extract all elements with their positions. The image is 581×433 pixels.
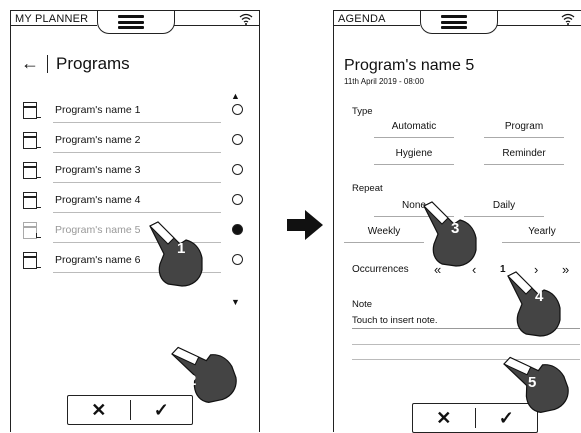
type-option-program[interactable]: Program — [484, 121, 564, 132]
callout-1: 1 — [177, 240, 186, 257]
app-name: MY PLANNER — [15, 13, 89, 25]
program-label: Program's name 4 — [55, 194, 141, 206]
program-radio[interactable] — [232, 134, 243, 145]
occurrences-label: Occurrences — [352, 264, 409, 275]
program-label: Program's name 1 — [55, 104, 141, 116]
next-occurrence-button[interactable]: › — [534, 262, 538, 277]
menu-notch[interactable] — [97, 11, 175, 34]
note-input[interactable]: Touch to insert note. — [352, 315, 438, 326]
first-occurrence-button[interactable]: « — [434, 262, 441, 277]
wifi-icon — [561, 13, 575, 28]
program-label: Program's name 6 — [55, 254, 141, 266]
repeat-option-daily[interactable]: Daily — [464, 200, 544, 211]
repeat-option-none[interactable]: None — [374, 200, 454, 211]
hamburger-menu-icon[interactable] — [441, 15, 467, 29]
last-occurrence-button[interactable]: » — [562, 262, 569, 277]
document-icon — [23, 131, 41, 149]
program-item-3[interactable]: Program's name 3 — [23, 155, 243, 185]
type-option-hygiene[interactable]: Hygiene — [374, 148, 454, 159]
note-label: Note — [352, 299, 373, 310]
back-arrow-icon[interactable]: ← — [21, 53, 39, 74]
action-bar: ✕ ✓ — [412, 403, 538, 433]
right-arrow-icon — [287, 210, 323, 240]
document-icon — [23, 161, 41, 179]
callout-2: 2 — [188, 372, 197, 389]
program-label: Program's name 5 — [55, 224, 141, 236]
type-option-reminder[interactable]: Reminder — [484, 148, 564, 159]
program-list: Program's name 1 Program's name 2 Progra… — [23, 95, 243, 275]
scroll-down-icon[interactable]: ▼ — [231, 297, 240, 307]
confirm-button[interactable]: ✓ — [131, 400, 193, 421]
repeat-label: Repeat — [352, 183, 383, 194]
program-radio-selected[interactable] — [232, 224, 243, 235]
document-icon — [23, 191, 41, 209]
prev-occurrence-button[interactable]: ‹ — [472, 262, 476, 277]
program-item-5[interactable]: Program's name 5 — [23, 215, 243, 245]
confirm-button[interactable]: ✓ — [476, 408, 538, 429]
program-label: Program's name 3 — [55, 164, 141, 176]
program-radio[interactable] — [232, 254, 243, 265]
document-icon — [23, 251, 41, 269]
page-title: Programs — [56, 53, 130, 73]
callout-5: 5 — [528, 374, 537, 391]
type-option-automatic[interactable]: Automatic — [374, 121, 454, 132]
action-bar: ✕ ✓ — [67, 395, 193, 425]
program-item-1[interactable]: Program's name 1 — [23, 95, 243, 125]
wifi-icon — [239, 13, 253, 28]
program-radio[interactable] — [232, 194, 243, 205]
status-bar: AGENDA — [334, 11, 581, 39]
document-icon — [23, 221, 41, 239]
occurrences-value: 1 — [500, 264, 506, 275]
status-bar: MY PLANNER — [11, 11, 259, 39]
program-label: Program's name 2 — [55, 134, 141, 146]
program-radio[interactable] — [232, 164, 243, 175]
programs-screen: MY PLANNER ← Programs ▲ Program's name 1… — [10, 10, 260, 432]
callout-4: 4 — [535, 288, 544, 305]
hamburger-menu-icon[interactable] — [118, 15, 144, 29]
program-item-4[interactable]: Program's name 4 — [23, 185, 243, 215]
program-title: Program's name 5 — [344, 57, 475, 74]
document-icon — [23, 101, 41, 119]
menu-notch[interactable] — [420, 11, 498, 34]
page-header: ← Programs — [21, 53, 130, 74]
cancel-button[interactable]: ✕ — [68, 400, 130, 421]
type-label: Type — [352, 106, 373, 117]
program-item-2[interactable]: Program's name 2 — [23, 125, 243, 155]
repeat-option-weekly[interactable]: Weekly — [344, 226, 424, 237]
program-item-6[interactable]: Program's name 6 — [23, 245, 243, 275]
repeat-option-yearly[interactable]: Yearly — [502, 226, 581, 237]
program-date: 11th April 2019 - 08:00 — [344, 77, 424, 86]
app-name: AGENDA — [338, 13, 386, 25]
callout-3: 3 — [451, 220, 460, 237]
cancel-button[interactable]: ✕ — [413, 408, 475, 429]
program-radio[interactable] — [232, 104, 243, 115]
